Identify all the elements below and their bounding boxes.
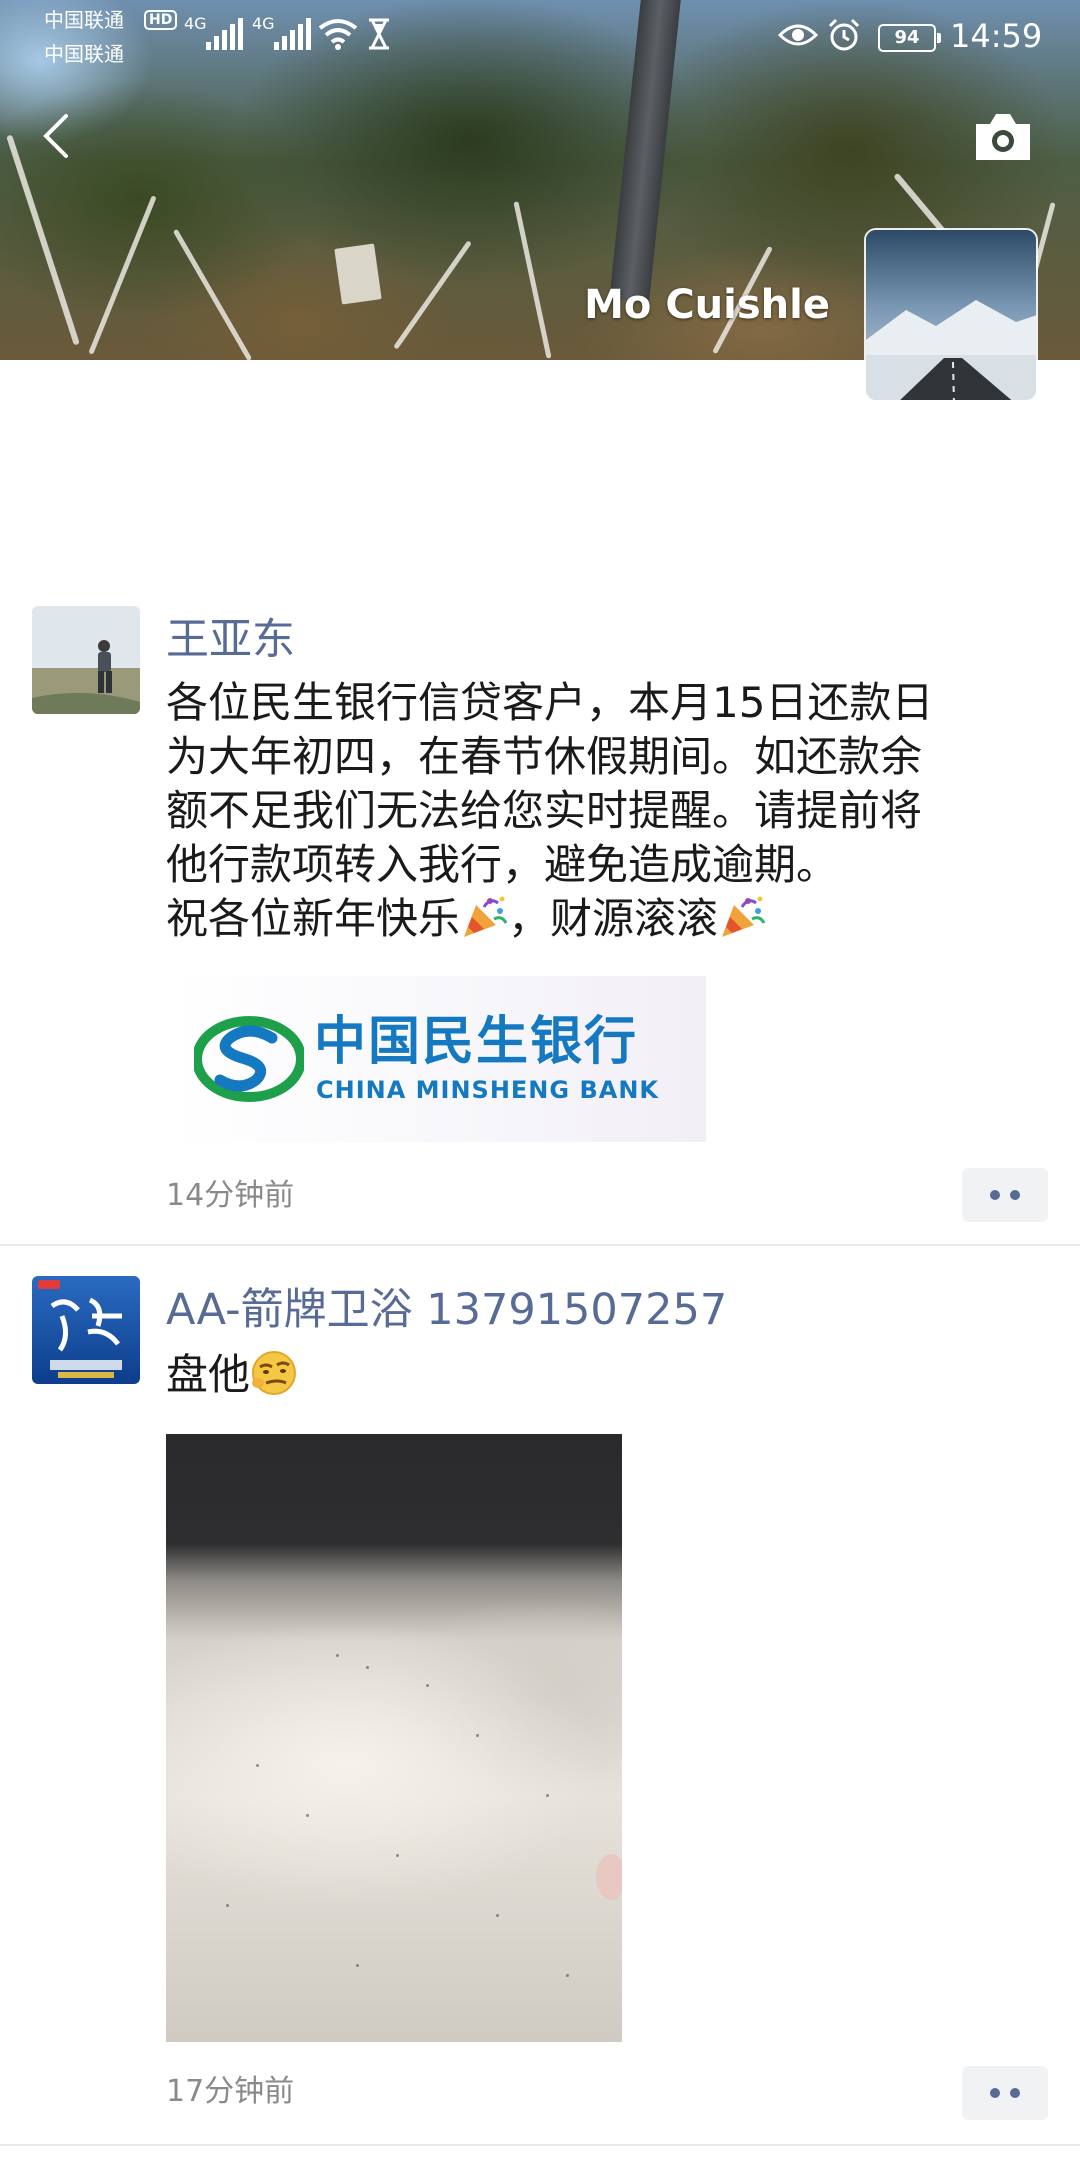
poster-name[interactable]: 王亚东 bbox=[166, 612, 295, 668]
camera-button[interactable] bbox=[972, 110, 1034, 164]
dot-icon bbox=[1010, 2088, 1020, 2098]
hd-badge: HD bbox=[144, 10, 178, 30]
bank-name-cn: 中国民生银行 bbox=[314, 1012, 639, 1072]
bank-name-en: CHINA MINSHENG BANK bbox=[316, 1076, 659, 1104]
status-bar: 中国联通 HD 中国联通 4G 4G 94 14:59 bbox=[0, 0, 1080, 70]
moment-post: 王亚东 各位民生银行信贷客户，本月15日还款日 为大年初四，在春节休假期间。如还… bbox=[0, 602, 1080, 1244]
battery-icon: 94 bbox=[878, 24, 941, 52]
post-text-line: ，财源滚滚 bbox=[508, 894, 719, 943]
wifi-icon bbox=[318, 19, 358, 50]
eye-icon bbox=[778, 24, 818, 46]
clock-label: 14:59 bbox=[950, 17, 1043, 55]
party-popper-icon bbox=[722, 896, 766, 937]
carrier-label-1: 中国联通 bbox=[44, 8, 124, 32]
network-type-label-2: 4G bbox=[252, 14, 275, 33]
signal-icon bbox=[274, 18, 311, 50]
avatar[interactable] bbox=[32, 606, 140, 714]
hourglass-icon bbox=[369, 18, 389, 50]
profile-name[interactable]: Mo Cuishle bbox=[584, 282, 830, 328]
post-text-line: 盘他 bbox=[166, 1350, 251, 1399]
avatar[interactable] bbox=[32, 1276, 140, 1384]
post-image[interactable] bbox=[166, 1434, 622, 2042]
more-actions-button[interactable] bbox=[962, 2066, 1048, 2120]
post-text-line: 额不足我们无法给您实时提醒。请提前将 bbox=[166, 786, 923, 835]
post-text: 盘他 bbox=[166, 1348, 1026, 1402]
dot-icon bbox=[1010, 1190, 1020, 1200]
network-type-label-1: 4G bbox=[184, 14, 207, 33]
chevron-left-icon bbox=[43, 114, 68, 158]
dot-icon bbox=[990, 2088, 1000, 2098]
post-text: 各位民生银行信贷客户，本月15日还款日 为大年初四，在春节休假期间。如还款余 额… bbox=[166, 676, 1026, 946]
signal-icon bbox=[206, 18, 243, 50]
post-text-line: 他行款项转入我行，避免造成逾期。 bbox=[166, 840, 839, 889]
camera-icon bbox=[976, 114, 1030, 160]
post-divider bbox=[0, 2144, 1080, 2146]
post-timestamp: 14分钟前 bbox=[166, 1178, 295, 1213]
post-timestamp: 17分钟前 bbox=[166, 2074, 295, 2109]
post-text-line: 各位民生银行信贷客户，本月15日还款日 bbox=[166, 678, 934, 727]
back-button[interactable] bbox=[36, 110, 76, 162]
party-popper-icon bbox=[464, 896, 508, 937]
moments-screen: 中国联通 HD 中国联通 4G 4G 94 14:59 Mo Cuishle 王… bbox=[0, 0, 1080, 2160]
dot-icon bbox=[990, 1190, 1000, 1200]
bank-logo-icon bbox=[194, 1016, 304, 1102]
smirk-face-icon bbox=[252, 1351, 297, 1395]
carrier-label-2: 中国联通 bbox=[44, 42, 124, 66]
moment-post: AA-箭牌卫浴 13791507257 盘他 17分钟前 bbox=[0, 1246, 1080, 2160]
post-image[interactable]: 中国民生银行 CHINA MINSHENG BANK bbox=[166, 976, 706, 1142]
profile-avatar[interactable] bbox=[864, 228, 1038, 402]
poster-name[interactable]: AA-箭牌卫浴 13791507257 bbox=[166, 1282, 727, 1338]
alarm-icon bbox=[828, 18, 860, 51]
post-text-line: 为大年初四，在春节休假期间。如还款余 bbox=[166, 732, 923, 781]
post-text-line: 祝各位新年快乐 bbox=[166, 894, 461, 943]
more-actions-button[interactable] bbox=[962, 1168, 1048, 1222]
